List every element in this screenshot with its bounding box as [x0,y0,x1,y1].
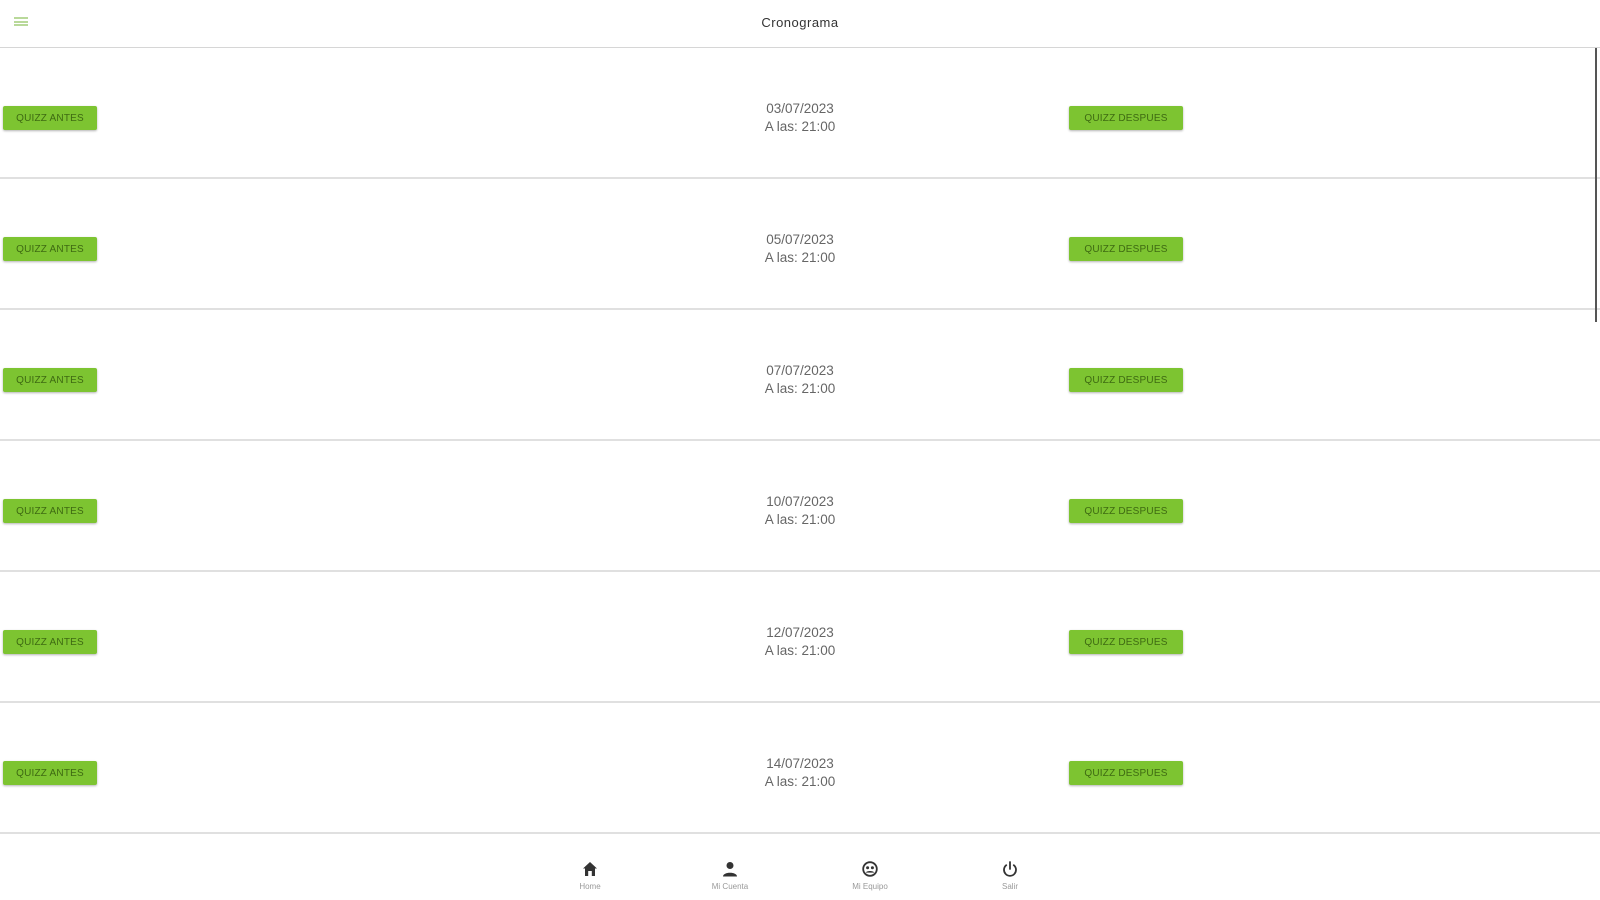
session-time: A las: 21:00 [764,250,836,265]
session-time: A las: 21:00 [764,643,836,658]
session-date: 03/07/2023 [766,101,834,116]
session-time: A las: 21:00 [764,512,836,527]
app: Cronograma QUIZZ ANTES 03/07/2023 A las:… [0,0,1600,900]
session-date: 07/07/2023 [766,363,834,378]
quiz-after-button[interactable]: QUIZZ DESPUES [1069,368,1183,392]
session-date: 12/07/2023 [766,625,834,640]
quiz-before-button[interactable]: QUIZZ ANTES [3,761,97,785]
quiz-after-button[interactable]: QUIZZ DESPUES [1069,106,1183,130]
session-datetime: 10/07/2023 A las: 21:00 [700,493,900,529]
team-icon [862,861,878,877]
session-date: 05/07/2023 [766,232,834,247]
nav-label: Home [579,882,601,891]
list-item: QUIZZ ANTES 03/07/2023 A las: 21:00 QUIZ… [0,48,1600,179]
nav-label: Mi Cuenta [711,882,749,891]
nav-item-home[interactable]: Home [550,860,630,891]
scrollbar[interactable] [1595,48,1597,322]
home-icon [583,862,597,876]
quiz-before-button[interactable]: QUIZZ ANTES [3,237,97,261]
session-datetime: 05/07/2023 A las: 21:00 [700,231,900,267]
nav-label: Salir [1001,882,1018,891]
session-datetime: 07/07/2023 A las: 21:00 [700,362,900,398]
quiz-before-button[interactable]: QUIZZ ANTES [3,106,97,130]
list-item: QUIZZ ANTES 14/07/2023 A las: 21:00 QUIZ… [0,703,1600,834]
quiz-before-button[interactable]: QUIZZ ANTES [3,630,97,654]
session-time: A las: 21:00 [764,381,836,396]
session-datetime: 14/07/2023 A las: 21:00 [700,755,900,791]
power-icon [1003,861,1017,877]
session-time: A las: 21:00 [764,774,836,789]
session-date: 10/07/2023 [766,494,834,509]
session-datetime: 03/07/2023 A las: 21:00 [700,100,900,136]
session-time: A las: 21:00 [764,119,836,134]
list-item: QUIZZ ANTES 10/07/2023 A las: 21:00 QUIZ… [0,441,1600,572]
nav-item-account[interactable]: Mi Cuenta [690,860,770,891]
quiz-before-button[interactable]: QUIZZ ANTES [3,368,97,392]
page-title: Cronograma [761,15,839,30]
list-item: QUIZZ ANTES 05/07/2023 A las: 21:00 QUIZ… [0,179,1600,310]
session-date: 14/07/2023 [766,756,834,771]
quiz-after-button[interactable]: QUIZZ DESPUES [1069,499,1183,523]
nav-item-team[interactable]: Mi Equipo [830,860,910,891]
quiz-before-button[interactable]: QUIZZ ANTES [3,499,97,523]
quiz-after-button[interactable]: QUIZZ DESPUES [1069,761,1183,785]
bottom-navigation: Home Mi Cuenta Mi Equipo Salir [0,838,1600,900]
session-datetime: 12/07/2023 A las: 21:00 [700,624,900,660]
schedule-list: QUIZZ ANTES 03/07/2023 A las: 21:00 QUIZ… [0,48,1600,834]
nav-label: Mi Equipo [852,882,888,891]
person-icon [723,862,737,877]
list-item: QUIZZ ANTES 12/07/2023 A las: 21:00 QUIZ… [0,572,1600,703]
list-item: QUIZZ ANTES 07/07/2023 A las: 21:00 QUIZ… [0,310,1600,441]
quiz-after-button[interactable]: QUIZZ DESPUES [1069,237,1183,261]
top-app-bar: Cronograma [0,0,1600,48]
nav-item-logout[interactable]: Salir [970,860,1050,891]
quiz-after-button[interactable]: QUIZZ DESPUES [1069,630,1183,654]
